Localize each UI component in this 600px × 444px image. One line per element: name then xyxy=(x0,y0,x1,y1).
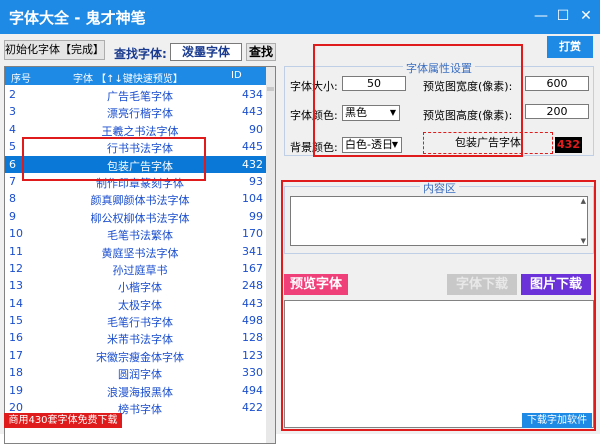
row-id: 104 xyxy=(242,192,263,206)
row-font-name: 毛笔行书字体 xyxy=(107,316,173,330)
row-font-name: 柳公权柳体书法字体 xyxy=(90,211,190,225)
row-no: 10 xyxy=(9,227,23,241)
row-no: 15 xyxy=(9,314,23,328)
row-no: 4 xyxy=(9,122,16,136)
header-id[interactable]: ID xyxy=(231,70,242,81)
minimize-button[interactable]: — xyxy=(533,8,549,24)
table-row[interactable]: 19 浪漫海报黑体 494 xyxy=(5,382,267,399)
table-row[interactable]: 8 颜真卿颜体书法字体 104 xyxy=(5,190,267,207)
row-id: 248 xyxy=(242,279,263,293)
row-no: 13 xyxy=(9,279,23,293)
row-id: 341 xyxy=(242,244,263,258)
title-bar: 字体大全 - 鬼才神笔 — ☐ ✕ xyxy=(0,0,600,34)
table-row[interactable]: 14 太极字体 443 xyxy=(5,295,267,312)
table-row[interactable]: 18 圆润字体 330 xyxy=(5,364,267,381)
table-row[interactable]: 4 王羲之书法字体 90 xyxy=(5,121,267,138)
row-id: 128 xyxy=(242,331,263,345)
tip-button[interactable]: 打赏 xyxy=(547,36,593,58)
table-row[interactable]: 13 小楷字体 248 xyxy=(5,277,267,294)
row-font-name: 漂亮行楷字体 xyxy=(107,107,173,121)
row-id: 99 xyxy=(249,209,263,223)
row-no: 19 xyxy=(9,383,23,397)
row-no: 11 xyxy=(9,244,23,258)
row-no: 8 xyxy=(9,192,16,206)
row-id: 443 xyxy=(242,105,263,119)
row-no: 16 xyxy=(9,331,23,345)
main-content: 初始化字体【完成】 查找字体: 泼墨字体 查找 打赏 序号 字体 【↑↓键快速预… xyxy=(0,34,600,444)
row-no: 2 xyxy=(9,88,16,101)
table-row[interactable]: 10 毛笔书法繁体 170 xyxy=(5,225,267,242)
row-font-name: 圆润字体 xyxy=(118,368,162,382)
row-font-name: 米芾书法字体 xyxy=(107,333,173,347)
row-id: 90 xyxy=(249,122,263,136)
init-font-button[interactable]: 初始化字体【完成】 xyxy=(4,40,105,60)
table-row[interactable]: 9 柳公权柳体书法字体 99 xyxy=(5,208,267,225)
window-title: 字体大全 - 鬼才神笔 xyxy=(9,9,146,27)
header-font[interactable]: 字体 【↑↓键快速预览】 xyxy=(73,70,183,85)
row-no: 5 xyxy=(9,140,16,154)
font-list[interactable]: 序号 字体 【↑↓键快速预览】 ID 2 广告毛笔字体 434 3 漂亮行楷字体 443 4… xyxy=(4,66,276,444)
row-no: 12 xyxy=(9,261,23,275)
row-id: 167 xyxy=(242,261,263,275)
highlight-box-properties xyxy=(313,44,523,157)
highlight-box-content xyxy=(281,180,596,431)
table-row[interactable]: 17 宋徽宗瘦金体字体 123 xyxy=(5,347,267,364)
table-row[interactable]: 3 漂亮行楷字体 443 xyxy=(5,103,267,120)
row-font-name: 浪漫海报黑体 xyxy=(107,385,173,399)
table-row[interactable]: 11 黄庭坚书法字体 341 xyxy=(5,243,267,260)
row-font-name: 颜真卿颜体书法字体 xyxy=(90,194,190,208)
height-input[interactable]: 200 xyxy=(525,104,589,119)
row-id: 498 xyxy=(242,314,263,328)
row-font-name: 小楷字体 xyxy=(118,281,162,295)
row-font-name: 宋徽宗瘦金体字体 xyxy=(96,350,184,364)
free-download-link[interactable]: 商用430套字体免费下载 xyxy=(4,413,122,428)
table-row[interactable]: 15 毛笔行书字体 498 xyxy=(5,312,267,329)
row-no: 7 xyxy=(9,174,16,188)
close-button[interactable]: ✕ xyxy=(578,8,594,24)
search-button[interactable]: 查找 xyxy=(246,43,276,61)
search-input[interactable]: 泼墨字体 xyxy=(170,43,242,61)
row-no: 17 xyxy=(9,348,23,362)
width-input[interactable]: 600 xyxy=(525,76,589,91)
current-id-badge: 432 xyxy=(555,137,582,153)
row-id: 422 xyxy=(242,401,263,415)
scroll-thumb[interactable] xyxy=(267,87,274,91)
font-rows: 2 广告毛笔字体 434 3 漂亮行楷字体 443 4 王羲之书法字体 90 5 行书书法字体 445… xyxy=(5,86,267,416)
row-no: 14 xyxy=(9,296,23,310)
row-font-name: 毛笔书法繁体 xyxy=(107,229,173,243)
table-row[interactable]: 2 广告毛笔字体 434 xyxy=(5,86,267,103)
row-id: 494 xyxy=(242,383,263,397)
table-row[interactable]: 12 孙过庭草书 167 xyxy=(5,260,267,277)
row-font-name: 孙过庭草书 xyxy=(112,263,168,277)
row-no: 3 xyxy=(9,105,16,119)
row-id: 432 xyxy=(242,157,263,171)
highlight-box-list xyxy=(22,137,206,181)
maximize-button[interactable]: ☐ xyxy=(555,8,571,24)
row-no: 18 xyxy=(9,366,23,380)
table-row[interactable]: 16 米芾书法字体 128 xyxy=(5,329,267,346)
row-id: 170 xyxy=(242,227,263,241)
row-font-name: 广告毛笔字体 xyxy=(107,90,173,103)
row-id: 434 xyxy=(242,88,263,101)
row-id: 330 xyxy=(242,366,263,380)
row-no: 6 xyxy=(9,157,16,171)
row-id: 123 xyxy=(242,348,263,362)
row-no: 9 xyxy=(9,209,16,223)
list-header: 序号 字体 【↑↓键快速预览】 ID xyxy=(5,67,267,85)
search-label: 查找字体: xyxy=(114,47,167,61)
row-id: 93 xyxy=(249,174,263,188)
header-no[interactable]: 序号 xyxy=(11,70,31,85)
row-id: 445 xyxy=(242,140,263,154)
row-font-name: 黄庭坚书法字体 xyxy=(101,246,179,260)
list-scrollbar[interactable] xyxy=(266,67,275,443)
row-id: 443 xyxy=(242,296,263,310)
row-font-name: 太极字体 xyxy=(118,298,162,312)
